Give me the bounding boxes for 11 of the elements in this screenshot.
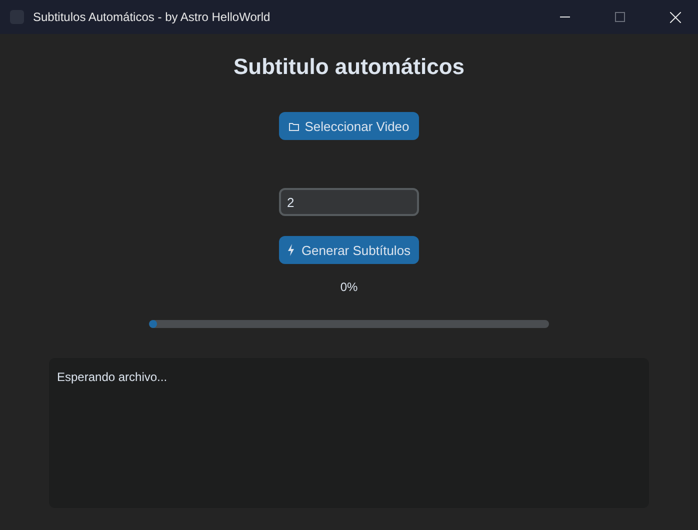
- log-text: Esperando archivo...: [57, 370, 168, 384]
- input-field[interactable]: 2: [279, 188, 419, 216]
- lightning-icon: [287, 244, 296, 256]
- select-video-button[interactable]: Seleccionar Video: [279, 112, 419, 140]
- progress-percentage: 0%: [340, 280, 358, 294]
- window-title: Subtitulos Automáticos - by Astro HelloWorld: [33, 10, 272, 24]
- maximize-icon: [615, 12, 625, 22]
- close-icon: [670, 12, 680, 22]
- folder-icon: [288, 122, 299, 130]
- generate-subtitles-button[interactable]: Generar Subtítulos: [279, 236, 419, 264]
- page-heading: Subtitulo automáticos: [234, 54, 464, 81]
